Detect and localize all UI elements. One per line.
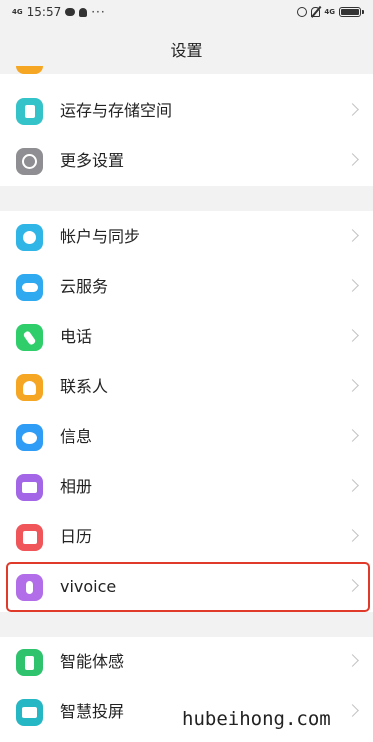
settings-item-more-settings[interactable]: 更多设置 xyxy=(0,136,373,186)
silent-icon xyxy=(311,7,321,17)
screen-cast-icon xyxy=(16,699,43,726)
account-sync-icon xyxy=(16,224,43,251)
calendar-icon xyxy=(16,524,43,551)
settings-item-label: 相册 xyxy=(60,477,93,496)
settings-item-label: 智能体感 xyxy=(60,652,125,671)
scrolled-item-icon xyxy=(16,66,43,74)
settings-item-label: 运存与存储空间 xyxy=(60,101,173,120)
highlight-box xyxy=(6,562,370,612)
settings-item-label: 信息 xyxy=(60,427,93,446)
settings-item-messages[interactable]: 信息 xyxy=(0,412,373,462)
bulb-notification-icon xyxy=(79,7,88,17)
settings-item-account-sync[interactable]: 帐户与同步 xyxy=(0,212,373,262)
settings-item-smart-motion[interactable]: 智能体感 xyxy=(0,637,373,687)
chevron-right-icon xyxy=(346,654,359,667)
settings-item-label: 联系人 xyxy=(60,377,109,396)
settings-item-label: 更多设置 xyxy=(60,151,125,170)
album-icon xyxy=(16,474,43,501)
chevron-right-icon xyxy=(346,229,359,242)
signal-icon: 4G xyxy=(12,7,23,16)
settings-item-label: 日历 xyxy=(60,527,93,546)
storage-icon xyxy=(16,98,43,125)
settings-item-label: 智慧投屏 xyxy=(60,702,125,721)
alarm-icon xyxy=(297,7,308,17)
settings-item-calendar[interactable]: 日历 xyxy=(0,512,373,562)
chevron-right-icon xyxy=(346,153,359,166)
more-settings-icon xyxy=(16,148,43,175)
contacts-icon xyxy=(16,374,43,401)
message-icon xyxy=(16,424,43,451)
settings-item-storage[interactable]: 运存与存储空间 xyxy=(0,86,373,136)
settings-item-label: 帐户与同步 xyxy=(60,227,141,246)
network-icon: 4G xyxy=(324,7,335,16)
status-bar: 4G 15:57 ··· 4G xyxy=(0,0,373,24)
settings-item-label: 云服务 xyxy=(60,277,109,296)
page-title: 设置 xyxy=(170,41,203,60)
settings-screen: 4G 15:57 ··· 4G 设置 运存与存储空间 更多设置 帐户与同步 云服… xyxy=(0,0,373,742)
chevron-right-icon xyxy=(346,279,359,292)
chevron-right-icon xyxy=(346,479,359,492)
settings-item-cloud[interactable]: 云服务 xyxy=(0,262,373,312)
settings-item-phone[interactable]: 电话 xyxy=(0,312,373,362)
battery-icon xyxy=(339,7,364,17)
clock: 15:57 xyxy=(26,5,62,19)
more-notifications-icon: ··· xyxy=(91,5,106,19)
watermark: hubeihong.com xyxy=(182,708,331,730)
settings-item-album[interactable]: 相册 xyxy=(0,462,373,512)
chevron-right-icon xyxy=(346,529,359,542)
chevron-right-icon xyxy=(346,379,359,392)
smart-motion-icon xyxy=(16,649,43,676)
chevron-right-icon xyxy=(346,429,359,442)
chat-notification-icon xyxy=(65,8,76,16)
chevron-right-icon xyxy=(346,329,359,342)
settings-item-label: 电话 xyxy=(60,327,93,346)
cloud-icon xyxy=(16,274,43,301)
settings-item-contacts[interactable]: 联系人 xyxy=(0,362,373,412)
phone-icon xyxy=(16,324,43,351)
chevron-right-icon xyxy=(346,103,359,116)
